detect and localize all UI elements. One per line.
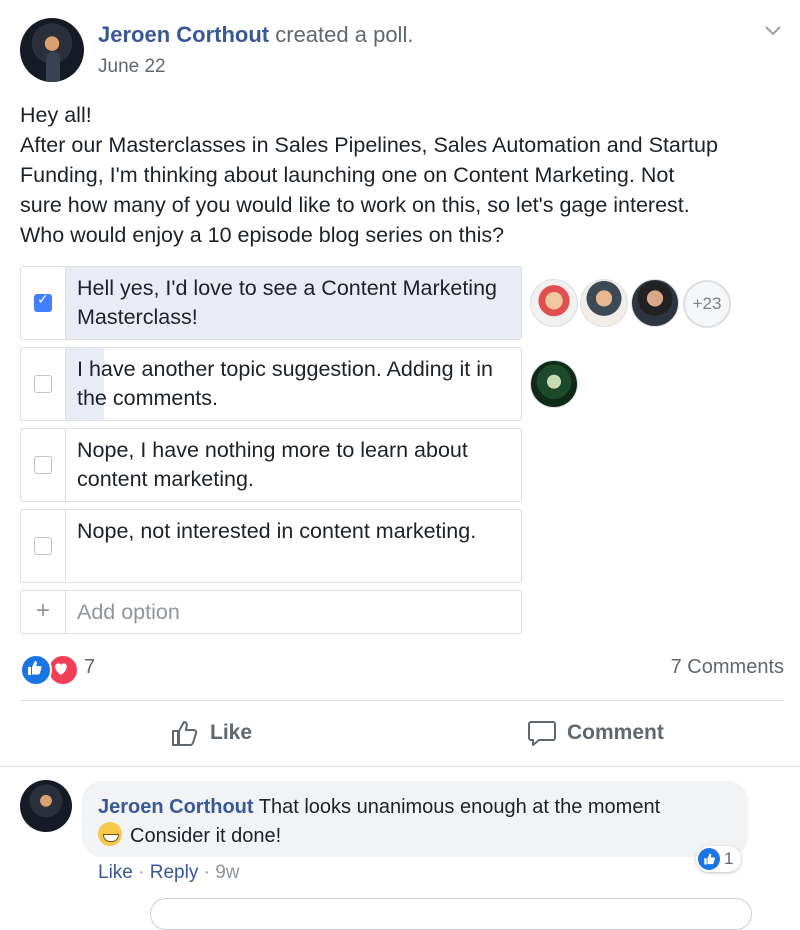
post-text-line: sure how many of you would like to work …	[20, 193, 690, 217]
like-button[interactable]: Like	[170, 718, 252, 748]
add-option-placeholder: Add option	[77, 600, 180, 624]
like-reaction-icon[interactable]	[20, 654, 52, 686]
comment-text: That looks unanimous enough at the momen…	[258, 796, 661, 818]
comment-line: Jeroen Corthout That looks unanimous eno…	[98, 796, 660, 819]
comment-reply-link[interactable]: Reply	[150, 862, 199, 883]
post-date-link[interactable]: June 22	[98, 56, 166, 78]
separator-dot: ·	[138, 862, 150, 883]
comment-icon	[528, 721, 556, 746]
poll-checkbox[interactable]	[34, 292, 52, 312]
poll-option[interactable]: I have another topic suggestion. Adding …	[20, 347, 522, 421]
checkbox-cell	[21, 348, 66, 420]
like-reaction-icon	[698, 848, 720, 870]
comment-button[interactable]: Comment	[527, 718, 664, 748]
poll-checkbox[interactable]	[34, 375, 52, 393]
post-text: Hey all! After our Masterclasses in Sale…	[20, 100, 790, 250]
comment-actions: Like · Reply · 9w	[98, 862, 240, 884]
comment-button-label: Comment	[567, 721, 664, 744]
add-option-input[interactable]: + Add option	[20, 590, 522, 634]
comment-line: Consider it done!	[98, 822, 281, 848]
comment-time[interactable]: 9w	[215, 862, 239, 883]
comment-author-link[interactable]: Jeroen Corthout	[98, 796, 254, 818]
poll-option-label: Nope, I have nothing more to learn about…	[77, 438, 468, 491]
post-action-text: created a poll.	[275, 22, 414, 47]
voter-avatar[interactable]	[631, 279, 679, 327]
post-text-line: Funding, I'm thinking about launching on…	[20, 163, 675, 187]
voter-avatar[interactable]	[530, 360, 578, 408]
voter-avatar[interactable]	[580, 279, 628, 327]
poll-option-label: Hell yes, I'd love to see a Content Mark…	[77, 276, 497, 329]
separator-dot: ·	[203, 862, 216, 883]
commenter-avatar[interactable]	[20, 780, 72, 832]
poll-option[interactable]: Nope, not interested in content marketin…	[20, 509, 522, 583]
comment-like-badge[interactable]: 1	[696, 846, 742, 872]
post-text-line: Hey all!	[20, 103, 92, 127]
poll-checkbox[interactable]	[34, 537, 52, 555]
post-text-line: Who would enjoy a 10 episode blog series…	[20, 223, 505, 247]
chevron-down-icon[interactable]	[764, 20, 782, 38]
like-button-label: Like	[210, 721, 253, 744]
comment-like-link[interactable]: Like	[98, 862, 133, 883]
plus-icon: +	[21, 591, 66, 633]
poll-option-label: Nope, not interested in content marketin…	[77, 519, 477, 543]
more-voters-badge[interactable]: +23	[683, 280, 731, 328]
poll-option[interactable]: Nope, I have nothing more to learn about…	[20, 428, 522, 502]
post-header: Jeroen Corthout created a poll.	[98, 22, 413, 48]
poll-option-label: I have another topic suggestion. Adding …	[77, 357, 493, 410]
reply-input[interactable]	[150, 898, 752, 930]
poll-checkbox[interactable]	[34, 456, 52, 474]
divider	[20, 700, 784, 701]
reaction-count[interactable]: 7	[84, 656, 95, 679]
poll-option[interactable]: Hell yes, I'd love to see a Content Mark…	[20, 266, 522, 340]
checkbox-cell	[21, 510, 66, 582]
author-avatar[interactable]	[20, 18, 84, 82]
thumbs-up-icon	[172, 721, 198, 746]
comment-text: Consider it done!	[130, 825, 282, 847]
grinning-emoji-icon	[98, 822, 122, 846]
section-divider	[0, 766, 800, 767]
checkbox-cell	[21, 267, 66, 339]
voter-avatar[interactable]	[530, 279, 578, 327]
author-name-link[interactable]: Jeroen Corthout	[98, 22, 269, 47]
comment-like-count: 1	[724, 849, 734, 868]
post-text-line: After our Masterclasses in Sales Pipelin…	[20, 133, 718, 157]
comments-count-link[interactable]: 7 Comments	[671, 656, 784, 679]
checkbox-cell	[21, 429, 66, 501]
